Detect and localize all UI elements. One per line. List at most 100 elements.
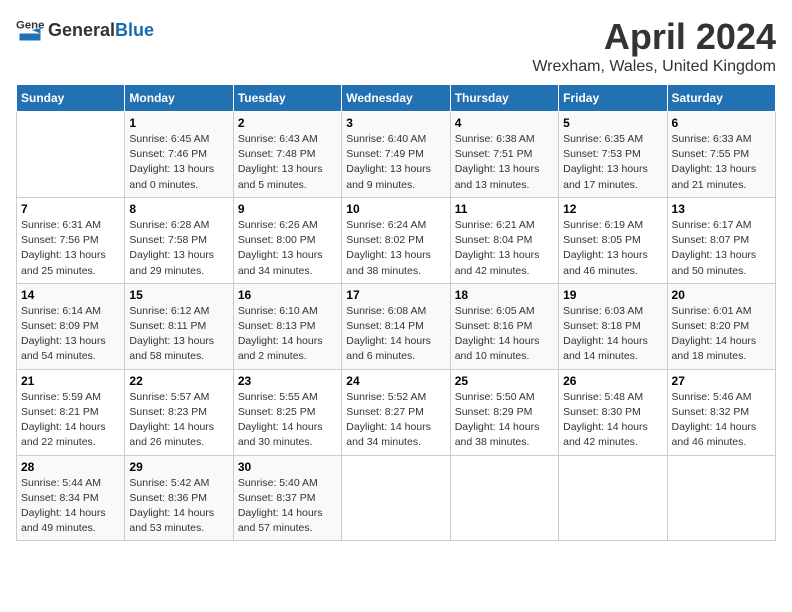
calendar-cell [559,455,667,541]
day-number: 29 [129,460,228,474]
month-title: April 2024 [532,16,776,58]
col-header-tuesday: Tuesday [233,85,341,112]
week-row-2: 14 Sunrise: 6:14 AM Sunset: 8:09 PM Dayli… [17,283,776,369]
week-row-3: 21 Sunrise: 5:59 AM Sunset: 8:21 PM Dayli… [17,369,776,455]
calendar-table: SundayMondayTuesdayWednesdayThursdayFrid… [16,84,776,541]
col-header-monday: Monday [125,85,233,112]
day-number: 7 [21,202,120,216]
calendar-cell: 14 Sunrise: 6:14 AM Sunset: 8:09 PM Dayli… [17,283,125,369]
day-number: 3 [346,116,445,130]
day-number: 28 [21,460,120,474]
day-number: 19 [563,288,662,302]
day-info: Sunrise: 6:14 AM Sunset: 8:09 PM Dayligh… [21,304,120,365]
day-info: Sunrise: 6:43 AM Sunset: 7:48 PM Dayligh… [238,132,337,193]
day-info: Sunrise: 5:46 AM Sunset: 8:32 PM Dayligh… [672,390,771,451]
day-info: Sunrise: 6:40 AM Sunset: 7:49 PM Dayligh… [346,132,445,193]
day-info: Sunrise: 5:55 AM Sunset: 8:25 PM Dayligh… [238,390,337,451]
logo-general-text: General [48,20,115,40]
calendar-cell: 6Sunrise: 6:33 AM Sunset: 7:55 PM Daylig… [667,112,775,198]
logo-blue-text: Blue [115,20,154,40]
day-number: 30 [238,460,337,474]
calendar-cell: 12Sunrise: 6:19 AM Sunset: 8:05 PM Dayli… [559,197,667,283]
day-info: Sunrise: 6:03 AM Sunset: 8:18 PM Dayligh… [563,304,662,365]
day-info: Sunrise: 6:28 AM Sunset: 7:58 PM Dayligh… [129,218,228,279]
calendar-cell: 15 Sunrise: 6:12 AM Sunset: 8:11 PM Dayli… [125,283,233,369]
day-info: Sunrise: 6:10 AM Sunset: 8:13 PM Dayligh… [238,304,337,365]
calendar-cell: 2 Sunrise: 6:43 AM Sunset: 7:48 PM Daylig… [233,112,341,198]
calendar-cell: 27Sunrise: 5:46 AM Sunset: 8:32 PM Dayli… [667,369,775,455]
calendar-cell [450,455,558,541]
day-number: 2 [238,116,337,130]
calendar-cell [17,112,125,198]
logo: General GeneralBlue [16,16,154,44]
calendar-cell: 21 Sunrise: 5:59 AM Sunset: 8:21 PM Dayli… [17,369,125,455]
day-number: 13 [672,202,771,216]
day-info: Sunrise: 6:45 AM Sunset: 7:46 PM Dayligh… [129,132,228,193]
calendar-cell [667,455,775,541]
day-number: 25 [455,374,554,388]
day-number: 16 [238,288,337,302]
day-number: 8 [129,202,228,216]
day-number: 14 [21,288,120,302]
day-info: Sunrise: 6:31 AM Sunset: 7:56 PM Dayligh… [21,218,120,279]
day-number: 9 [238,202,337,216]
day-number: 5 [563,116,662,130]
day-number: 11 [455,202,554,216]
day-number: 12 [563,202,662,216]
calendar-cell: 1 Sunrise: 6:45 AM Sunset: 7:46 PM Daylig… [125,112,233,198]
day-info: Sunrise: 5:50 AM Sunset: 8:29 PM Dayligh… [455,390,554,451]
calendar-cell: 3 Sunrise: 6:40 AM Sunset: 7:49 PM Daylig… [342,112,450,198]
day-info: Sunrise: 6:33 AM Sunset: 7:55 PM Dayligh… [672,132,771,193]
day-number: 4 [455,116,554,130]
day-number: 10 [346,202,445,216]
day-number: 23 [238,374,337,388]
day-info: Sunrise: 6:35 AM Sunset: 7:53 PM Dayligh… [563,132,662,193]
day-info: Sunrise: 5:59 AM Sunset: 8:21 PM Dayligh… [21,390,120,451]
day-info: Sunrise: 6:38 AM Sunset: 7:51 PM Dayligh… [455,132,554,193]
calendar-cell: 8 Sunrise: 6:28 AM Sunset: 7:58 PM Daylig… [125,197,233,283]
week-row-0: 1 Sunrise: 6:45 AM Sunset: 7:46 PM Daylig… [17,112,776,198]
calendar-cell: 17 Sunrise: 6:08 AM Sunset: 8:14 PM Dayli… [342,283,450,369]
day-info: Sunrise: 5:42 AM Sunset: 8:36 PM Dayligh… [129,476,228,537]
day-number: 18 [455,288,554,302]
calendar-cell: 13Sunrise: 6:17 AM Sunset: 8:07 PM Dayli… [667,197,775,283]
day-number: 15 [129,288,228,302]
col-header-thursday: Thursday [450,85,558,112]
day-info: Sunrise: 6:24 AM Sunset: 8:02 PM Dayligh… [346,218,445,279]
calendar-cell: 9Sunrise: 6:26 AM Sunset: 8:00 PM Daylig… [233,197,341,283]
calendar-cell: 28 Sunrise: 5:44 AM Sunset: 8:34 PM Dayli… [17,455,125,541]
calendar-cell: 20Sunrise: 6:01 AM Sunset: 8:20 PM Dayli… [667,283,775,369]
calendar-cell: 23 Sunrise: 5:55 AM Sunset: 8:25 PM Dayli… [233,369,341,455]
calendar-cell: 25 Sunrise: 5:50 AM Sunset: 8:29 PM Dayli… [450,369,558,455]
title-area: April 2024 Wrexham, Wales, United Kingdo… [532,16,776,76]
day-number: 17 [346,288,445,302]
calendar-cell: 7 Sunrise: 6:31 AM Sunset: 7:56 PM Daylig… [17,197,125,283]
col-header-friday: Friday [559,85,667,112]
calendar-cell: 16 Sunrise: 6:10 AM Sunset: 8:13 PM Dayli… [233,283,341,369]
calendar-cell: 18 Sunrise: 6:05 AM Sunset: 8:16 PM Dayli… [450,283,558,369]
calendar-cell: 22Sunrise: 5:57 AM Sunset: 8:23 PM Dayli… [125,369,233,455]
day-info: Sunrise: 5:44 AM Sunset: 8:34 PM Dayligh… [21,476,120,537]
day-info: Sunrise: 6:08 AM Sunset: 8:14 PM Dayligh… [346,304,445,365]
calendar-cell: 19 Sunrise: 6:03 AM Sunset: 8:18 PM Dayli… [559,283,667,369]
calendar-header-row: SundayMondayTuesdayWednesdayThursdayFrid… [17,85,776,112]
location-title: Wrexham, Wales, United Kingdom [532,58,776,76]
day-info: Sunrise: 5:57 AM Sunset: 8:23 PM Dayligh… [129,390,228,451]
day-info: Sunrise: 6:01 AM Sunset: 8:20 PM Dayligh… [672,304,771,365]
calendar-cell [342,455,450,541]
day-info: Sunrise: 6:21 AM Sunset: 8:04 PM Dayligh… [455,218,554,279]
week-row-1: 7 Sunrise: 6:31 AM Sunset: 7:56 PM Daylig… [17,197,776,283]
calendar-cell: 10 Sunrise: 6:24 AM Sunset: 8:02 PM Dayli… [342,197,450,283]
calendar-cell: 11 Sunrise: 6:21 AM Sunset: 8:04 PM Dayli… [450,197,558,283]
day-number: 1 [129,116,228,130]
day-info: Sunrise: 5:52 AM Sunset: 8:27 PM Dayligh… [346,390,445,451]
day-number: 26 [563,374,662,388]
logo-icon: General [16,16,44,44]
day-number: 21 [21,374,120,388]
calendar-cell: 5 Sunrise: 6:35 AM Sunset: 7:53 PM Daylig… [559,112,667,198]
day-info: Sunrise: 6:05 AM Sunset: 8:16 PM Dayligh… [455,304,554,365]
day-info: Sunrise: 6:12 AM Sunset: 8:11 PM Dayligh… [129,304,228,365]
header: General GeneralBlue April 2024 Wrexham, … [16,16,776,76]
day-number: 24 [346,374,445,388]
col-header-sunday: Sunday [17,85,125,112]
